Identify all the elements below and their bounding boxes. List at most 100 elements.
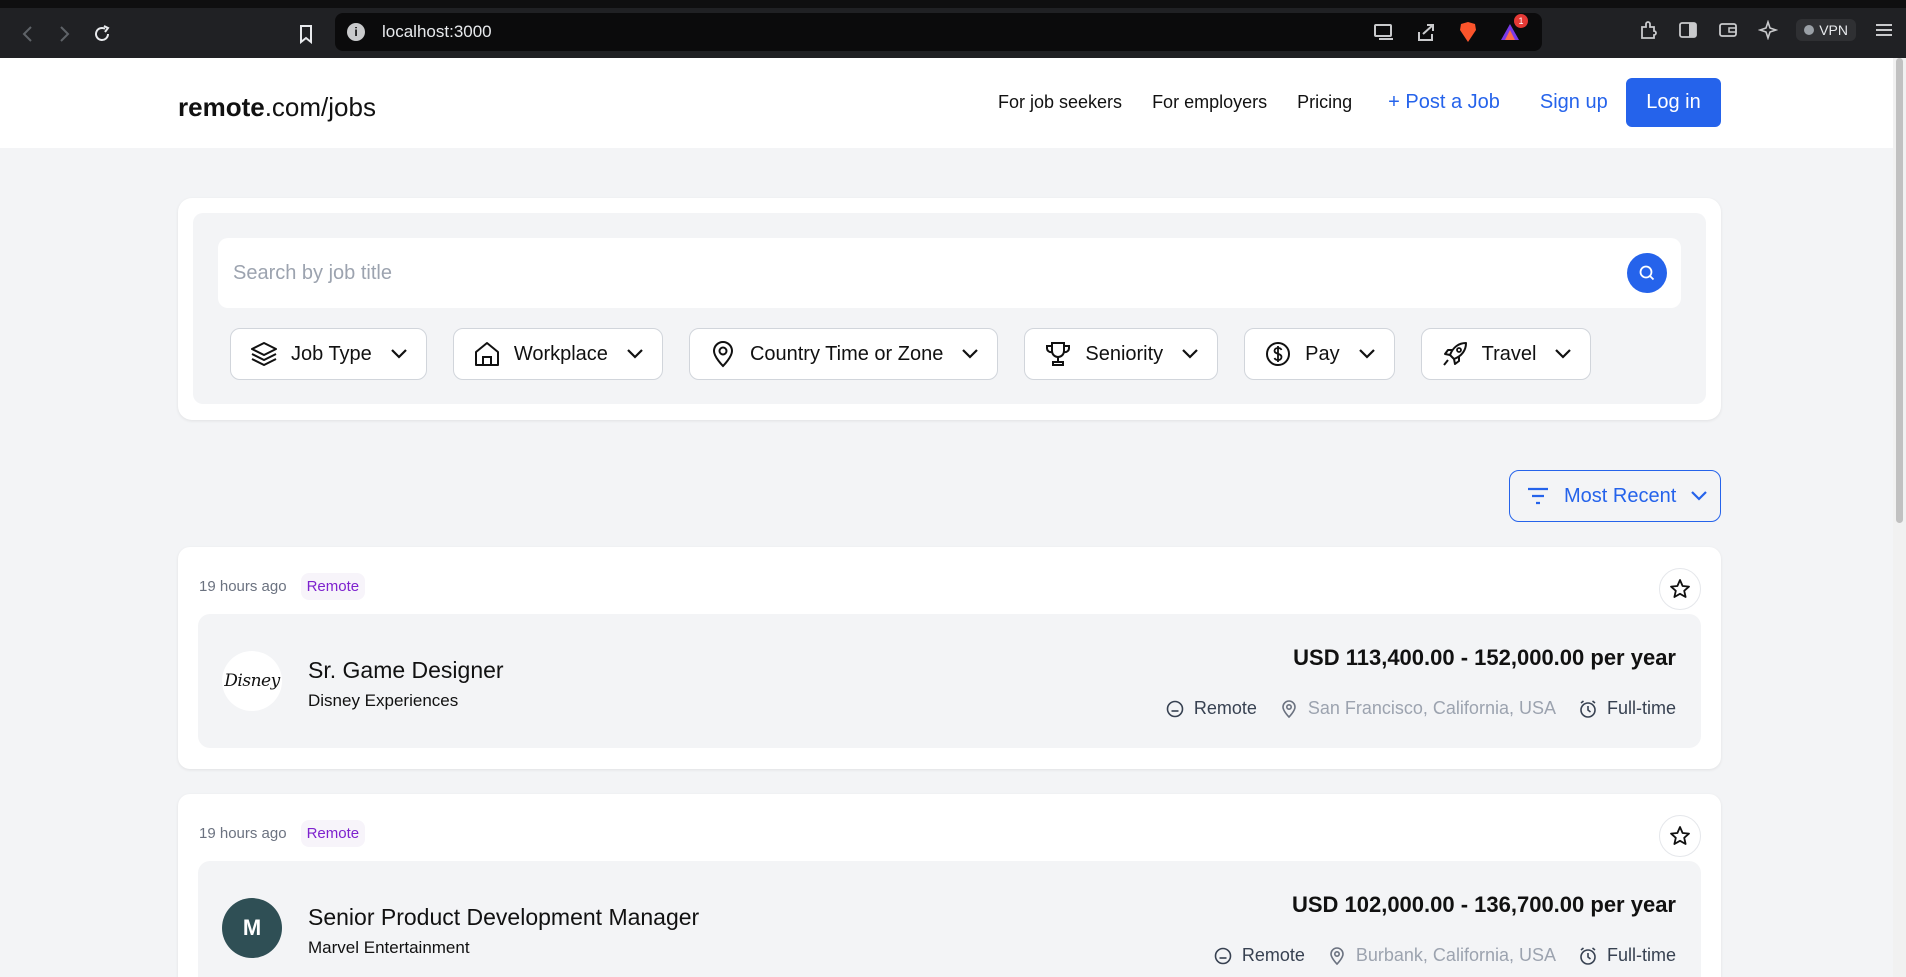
- chevron-down-icon: [1182, 349, 1198, 359]
- filter-label: Travel: [1481, 342, 1537, 365]
- nav-employers[interactable]: For employers: [1152, 92, 1267, 113]
- layers-icon: [251, 342, 277, 366]
- menu-icon[interactable]: [1872, 18, 1896, 42]
- logo-rest: .com/jobs: [264, 92, 376, 122]
- cast-icon[interactable]: [1372, 20, 1396, 44]
- search-button[interactable]: [1627, 253, 1667, 293]
- bookmark-icon[interactable]: [292, 20, 320, 48]
- job-card[interactable]: 19 hours ago Remote M Senior Product Dev…: [178, 794, 1721, 977]
- log-in-button[interactable]: Log in: [1626, 78, 1721, 127]
- site-info-icon[interactable]: i: [347, 23, 365, 41]
- employment-type-tag: Full-time: [1606, 698, 1676, 718]
- filter-label: Job Type: [291, 342, 372, 365]
- company-logo-text: Disney: [224, 671, 280, 691]
- site-logo[interactable]: remote.com/jobs: [178, 92, 376, 123]
- vpn-button[interactable]: VPN: [1796, 19, 1856, 41]
- filter-seniority[interactable]: Seniority: [1024, 328, 1219, 380]
- nav-job-seekers[interactable]: For job seekers: [998, 92, 1122, 113]
- filter-job-type[interactable]: Job Type: [230, 328, 427, 380]
- star-icon: [1670, 826, 1690, 845]
- chevron-down-icon: [1358, 349, 1375, 359]
- wallet-icon[interactable]: [1716, 18, 1740, 42]
- filter-label: Country Time or Zone: [749, 342, 944, 365]
- save-job-button[interactable]: [1659, 815, 1701, 857]
- dollar-icon: [1266, 342, 1291, 366]
- brave-rewards-icon[interactable]: 1: [1498, 14, 1528, 44]
- filter-workplace[interactable]: Workplace: [452, 328, 663, 380]
- location-tag: San Francisco, California, USA: [1307, 698, 1556, 718]
- brave-shield-icon[interactable]: [1456, 20, 1480, 44]
- company-logo: Disney: [222, 651, 282, 711]
- location-tag: Burbank, California, USA: [1355, 945, 1556, 965]
- remote-icon: [1214, 947, 1232, 964]
- chevron-down-icon: [627, 349, 643, 359]
- posted-time: 19 hours ago: [199, 578, 287, 595]
- remote-icon: [1166, 700, 1184, 717]
- back-icon[interactable]: [14, 20, 42, 48]
- nav-pricing[interactable]: Pricing: [1297, 92, 1352, 113]
- filter-country-time-zone[interactable]: Country Time or Zone: [688, 328, 999, 380]
- trophy-icon: [1046, 342, 1071, 366]
- filter-pay[interactable]: Pay: [1244, 328, 1395, 380]
- location-pin-icon: [1282, 699, 1296, 718]
- address-bar[interactable]: i localhost:3000 1: [335, 13, 1542, 51]
- filter-label: Workplace: [513, 342, 608, 365]
- chevron-down-icon: [391, 349, 407, 359]
- search-input[interactable]: [233, 256, 1613, 290]
- job-title[interactable]: Senior Product Development Manager: [308, 904, 699, 931]
- vpn-status-icon: [1804, 25, 1815, 35]
- leo-ai-icon[interactable]: [1756, 18, 1780, 42]
- company-name: Marvel Entertainment: [308, 938, 470, 957]
- filter-travel[interactable]: Travel: [1420, 328, 1592, 380]
- workplace-badge: Remote: [300, 573, 366, 600]
- employment-type-tag: Full-time: [1606, 945, 1676, 965]
- site-header: remote.com/jobs For job seekers For empl…: [0, 58, 1906, 148]
- job-details[interactable]: Disney Sr. Game Designer Disney Experien…: [198, 614, 1701, 748]
- extensions-icon[interactable]: [1636, 18, 1660, 42]
- star-icon: [1670, 579, 1690, 598]
- sort-label: Most Recent: [1564, 484, 1677, 507]
- company-name: Disney Experiences: [308, 691, 459, 710]
- filter-label: Pay: [1305, 342, 1340, 365]
- forward-icon[interactable]: [50, 20, 78, 48]
- home-icon: [474, 342, 499, 366]
- browser-chrome: i localhost:3000 1 VPN: [0, 0, 1906, 58]
- share-icon[interactable]: [1414, 20, 1438, 44]
- posted-time: 19 hours ago: [199, 825, 287, 842]
- sidebar-icon[interactable]: [1676, 18, 1700, 42]
- salary: USD 102,000.00 - 136,700.00 per year: [1291, 892, 1676, 917]
- search-panel: Job Type Workplace Country Time or Zone …: [193, 213, 1706, 404]
- clock-icon: [1580, 946, 1596, 965]
- salary: USD 113,400.00 - 152,000.00 per year: [1293, 645, 1676, 670]
- vpn-label: VPN: [1819, 22, 1848, 38]
- rocket-icon: [1442, 342, 1467, 366]
- reload-icon[interactable]: [88, 20, 116, 48]
- url-text: localhost:3000: [382, 22, 492, 41]
- sign-up-link[interactable]: Sign up: [1540, 91, 1608, 114]
- company-avatar-letter: M: [242, 915, 262, 940]
- filter-bar: Job Type Workplace Country Time or Zone …: [230, 328, 1592, 380]
- filter-label: Seniority: [1085, 342, 1164, 365]
- scrollbar-thumb[interactable]: [1896, 58, 1903, 523]
- search-icon: [1639, 265, 1655, 281]
- search-card: Job Type Workplace Country Time or Zone …: [178, 198, 1721, 420]
- location-pin-icon: [712, 341, 733, 368]
- company-avatar: M: [222, 898, 282, 958]
- job-title[interactable]: Sr. Game Designer: [308, 657, 504, 684]
- save-job-button[interactable]: [1659, 568, 1701, 610]
- page-scrollbar[interactable]: [1893, 58, 1906, 977]
- location-pin-icon: [1330, 946, 1344, 965]
- sort-dropdown[interactable]: Most Recent: [1509, 470, 1721, 522]
- main-nav: For job seekers For employers Pricing + …: [998, 91, 1608, 114]
- workplace-tag: Remote: [1241, 945, 1305, 965]
- filter-lines-icon: [1528, 487, 1548, 505]
- logo-bold: remote: [178, 92, 265, 122]
- job-details[interactable]: M Senior Product Development Manager Mar…: [198, 861, 1701, 977]
- workplace-badge: Remote: [300, 820, 366, 847]
- post-job-link[interactable]: + Post a Job: [1388, 91, 1500, 114]
- chevron-down-icon: [1691, 491, 1708, 501]
- job-card[interactable]: 19 hours ago Remote Disney Sr. Game Desi…: [178, 547, 1721, 769]
- search-box: [218, 238, 1681, 308]
- workplace-tag: Remote: [1193, 698, 1257, 718]
- clock-icon: [1580, 699, 1596, 718]
